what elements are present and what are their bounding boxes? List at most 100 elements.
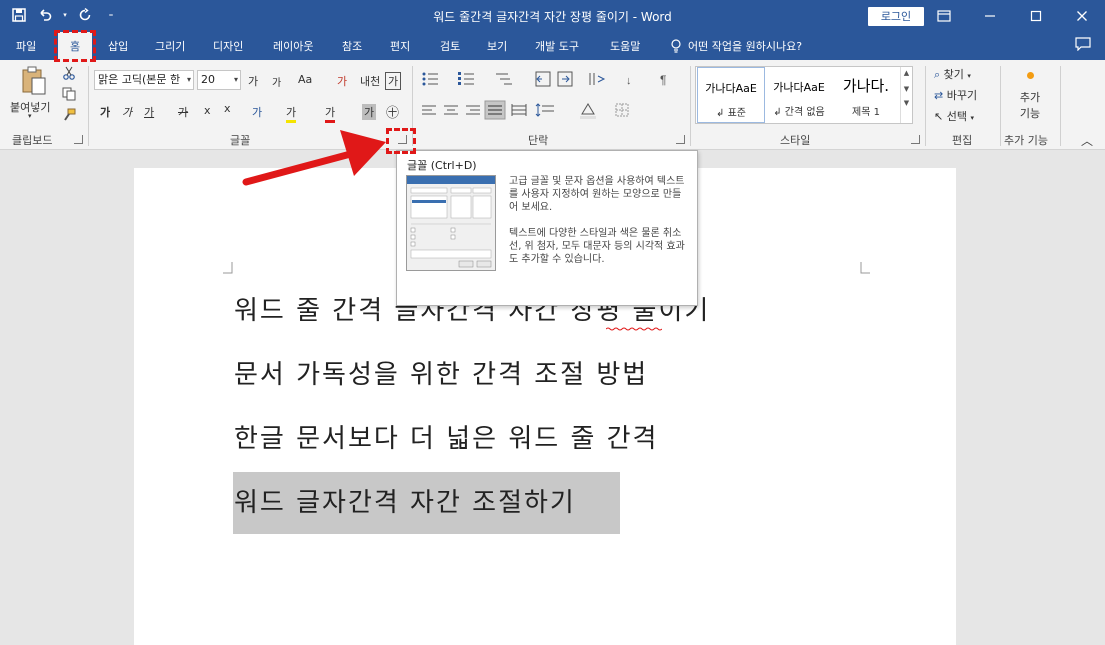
subscript-button[interactable]: x bbox=[204, 104, 211, 117]
tooltip-description: 고급 글꼴 및 문자 옵션을 사용하여 텍스트를 사용자 지정하여 원하는 모양… bbox=[509, 175, 689, 266]
red-arrow-annotation bbox=[242, 130, 386, 186]
shrink-font-button[interactable]: 가 bbox=[272, 74, 281, 89]
asian-layout-icon[interactable] bbox=[589, 73, 606, 85]
style-item-heading-1[interactable]: 가나다. 제목 1 bbox=[833, 67, 899, 123]
underline-button[interactable]: 가 bbox=[144, 104, 154, 120]
grow-font-button[interactable]: 가 bbox=[248, 73, 258, 89]
close-icon[interactable] bbox=[1059, 0, 1105, 32]
tab-file[interactable]: 파일 bbox=[16, 38, 36, 54]
tab-references[interactable]: 참조 bbox=[342, 38, 362, 54]
strikethrough-button[interactable]: 가 bbox=[178, 104, 188, 120]
addins-group-label: 추가 기능 bbox=[1004, 134, 1048, 147]
replace-button[interactable]: ⇄ 바꾸기 bbox=[934, 87, 977, 103]
clipboard-group-label: 클립보드 bbox=[12, 134, 53, 147]
tell-me-search[interactable]: 어떤 작업을 원하시나요? bbox=[670, 38, 802, 54]
paragraph-launcher-icon[interactable] bbox=[676, 135, 685, 144]
chevron-down-icon[interactable]: ▼ bbox=[901, 85, 912, 93]
paste-button[interactable]: 붙여넣기 ▾ bbox=[10, 64, 56, 124]
align-right-icon[interactable] bbox=[466, 105, 480, 115]
more-styles-icon[interactable]: ▼ bbox=[901, 99, 912, 107]
document-line[interactable]: 문서 가독성을 위한 간격 조절 방법 bbox=[234, 354, 648, 391]
document-line-selected[interactable]: 워드 글자간격 자간 조절하기 bbox=[234, 482, 576, 519]
text-effects-button[interactable]: 가 bbox=[252, 104, 262, 120]
clear-formatting-button[interactable]: 가 bbox=[337, 73, 347, 89]
bold-button[interactable]: 가 bbox=[100, 104, 110, 120]
ribbon-tab-bar: 파일 홈 삽입 그리기 디자인 레이아웃 참조 편지 검토 보기 개발 도구 도… bbox=[0, 32, 1105, 60]
login-button[interactable]: 로그인 bbox=[868, 7, 924, 26]
minimize-icon[interactable] bbox=[967, 0, 1013, 32]
tab-design[interactable]: 디자인 bbox=[213, 38, 243, 54]
addins-button[interactable]: 추가 기능 bbox=[1012, 70, 1048, 121]
change-case-button[interactable]: Aa bbox=[298, 73, 312, 86]
show-marks-icon[interactable]: ¶ bbox=[660, 73, 666, 87]
style-name: ↲ 간격 없음 bbox=[773, 107, 825, 118]
font-name-value: 맑은 고딕(본문 한 bbox=[98, 73, 181, 86]
tab-mailings[interactable]: 편지 bbox=[390, 38, 410, 54]
justify-icon[interactable] bbox=[484, 100, 506, 120]
borders-icon[interactable] bbox=[615, 103, 629, 117]
cut-icon[interactable] bbox=[62, 66, 76, 83]
increase-indent-icon[interactable] bbox=[557, 71, 573, 87]
font-color-button[interactable]: 가 bbox=[325, 104, 336, 123]
word-window: ▾ ₌ 워드 줄간격 글자간격 자간 장평 줄이기 - Word 로그인 파일 bbox=[0, 0, 1105, 645]
style-sample: 가나다AaE bbox=[773, 81, 825, 94]
clipboard-launcher-icon[interactable] bbox=[74, 135, 83, 144]
styles-launcher-icon[interactable] bbox=[911, 135, 920, 144]
copy-icon[interactable] bbox=[62, 87, 76, 104]
bullets-icon[interactable] bbox=[422, 72, 439, 86]
paragraph-controls: ↓ ¶ bbox=[422, 71, 666, 120]
font-size-dropdown-icon[interactable]: ▾ bbox=[234, 71, 238, 89]
tab-insert[interactable]: 삽입 bbox=[108, 38, 128, 54]
font-name-dropdown-icon[interactable]: ▾ bbox=[187, 71, 191, 89]
align-left-icon[interactable] bbox=[422, 105, 436, 115]
phonetic-guide-button[interactable]: 내천 bbox=[360, 73, 380, 89]
distributed-icon[interactable] bbox=[511, 104, 527, 116]
decrease-indent-icon[interactable] bbox=[535, 71, 551, 87]
lightbulb-icon bbox=[671, 39, 681, 53]
chevron-up-icon[interactable]: ▲ bbox=[901, 69, 912, 77]
maximize-icon[interactable] bbox=[1013, 0, 1059, 32]
tab-view[interactable]: 보기 bbox=[487, 38, 507, 54]
font-size-combo[interactable]: 20 ▾ bbox=[197, 70, 241, 90]
title-bar: ▾ ₌ 워드 줄간격 글자간격 자간 장평 줄이기 - Word 로그인 bbox=[0, 0, 1105, 32]
replace-icon: ⇄ bbox=[934, 89, 944, 102]
style-item-normal[interactable]: 가나다AaE ↲ 표준 bbox=[697, 67, 765, 123]
tab-help[interactable]: 도움말 bbox=[610, 38, 640, 54]
tab-review[interactable]: 검토 bbox=[440, 38, 460, 54]
superscript-button[interactable]: x bbox=[224, 102, 231, 115]
style-sample: 가나다. bbox=[842, 77, 890, 95]
addins-icon bbox=[1026, 72, 1034, 79]
italic-button[interactable]: 가 bbox=[122, 104, 132, 120]
find-icon: ⌕ bbox=[934, 68, 941, 81]
font-name-combo[interactable]: 맑은 고딕(본문 한 ▾ bbox=[94, 70, 194, 90]
tab-draw[interactable]: 그리기 bbox=[155, 38, 185, 54]
addins-label-line1: 추가 bbox=[1019, 91, 1041, 104]
multilevel-list-icon[interactable] bbox=[496, 73, 512, 85]
character-border-button[interactable]: 가 bbox=[385, 72, 402, 90]
numbering-icon[interactable] bbox=[458, 72, 474, 85]
shading-icon[interactable] bbox=[580, 103, 596, 119]
margin-corner-mark bbox=[860, 262, 870, 274]
enclose-characters-button[interactable]: ㊉ bbox=[386, 102, 399, 121]
highlight-color-button[interactable]: 가 bbox=[286, 104, 297, 123]
find-button[interactable]: ⌕ 찾기 ▾ bbox=[934, 66, 971, 82]
ribbon-display-options-icon[interactable] bbox=[921, 0, 967, 32]
comments-icon[interactable] bbox=[1075, 37, 1091, 54]
gallery-scroll[interactable]: ▲ ▼ ▼ bbox=[900, 67, 912, 123]
format-painter-icon[interactable] bbox=[62, 108, 76, 125]
document-line[interactable]: 한글 문서보다 더 넓은 워드 줄 간격 bbox=[234, 418, 658, 455]
select-button[interactable]: ↖ 선택 ▾ bbox=[934, 108, 974, 124]
tooltip-title: 글꼴 (Ctrl+D) bbox=[407, 159, 477, 172]
collapse-ribbon-icon[interactable]: ︿ bbox=[1081, 132, 1093, 149]
sort-icon[interactable]: ↓ bbox=[626, 75, 632, 87]
style-name: 제목 1 bbox=[852, 107, 880, 118]
group-separator bbox=[1060, 66, 1061, 146]
align-center-icon[interactable] bbox=[444, 105, 458, 115]
character-shading-button[interactable]: 가 bbox=[362, 104, 377, 120]
font-dialog-preview bbox=[406, 175, 496, 271]
tab-layout[interactable]: 레이아웃 bbox=[273, 38, 313, 54]
style-item-no-spacing[interactable]: 가나다AaE ↲ 간격 없음 bbox=[767, 67, 831, 123]
tab-developer[interactable]: 개발 도구 bbox=[535, 38, 579, 54]
line-spacing-icon[interactable] bbox=[535, 103, 554, 117]
select-icon: ↖ bbox=[934, 110, 944, 123]
